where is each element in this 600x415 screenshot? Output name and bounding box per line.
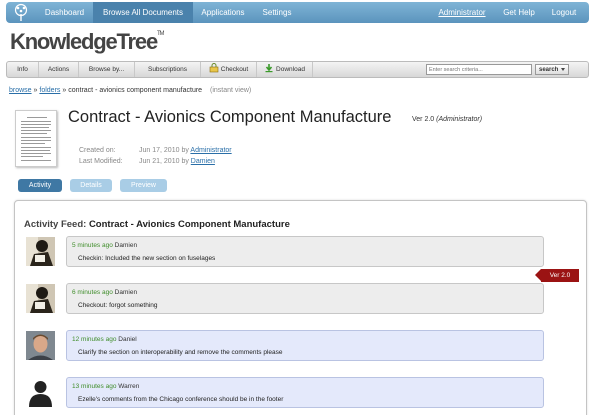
toolbar-download[interactable]: Download [257,62,313,77]
version-number: Ver 2.0 [412,116,435,123]
breadcrumb-separator: » [33,87,38,94]
document-toolbar: Info Actions Browse by... Subscriptions … [6,61,589,78]
version-owner: (Administrator) [436,116,483,123]
tab-details[interactable]: Details [70,179,112,192]
trademark: TM [157,31,165,37]
activity-meta: 5 minutes ago Damien [72,242,137,249]
breadcrumb: browse » folders » contract - avionics c… [9,87,251,94]
tab-activity[interactable]: Activity [18,179,62,192]
tree-logo-icon[interactable] [6,2,36,23]
activity-user[interactable]: Warren [118,383,139,390]
nav-administrator-link[interactable]: Administrator [425,2,499,23]
nav-settings[interactable]: Settings [253,2,301,23]
breadcrumb-current: contract - avionics component manufactur… [68,87,203,94]
toolbar-browse-by[interactable]: Browse by... [79,62,135,77]
created-by-word: by [181,147,189,154]
activity-text: Checkin: Included the new section on fus… [78,255,216,262]
version-tag: Ver 2.0 [535,269,579,282]
checkout-label: Checkout [220,66,249,73]
list-item: 12 minutes ago Daniel Clarify the sectio… [66,330,544,361]
nav-get-help[interactable]: Get Help [499,2,539,23]
nav-applications[interactable]: Applications [193,2,253,23]
brand-logo[interactable]: KnowledgeTreeTM [10,29,165,55]
breadcrumb-browse[interactable]: browse [9,87,32,94]
search-button[interactable]: search [535,64,569,75]
activity-text: Clarify the section on interoperability … [78,349,283,356]
toolbar-subscriptions[interactable]: Subscriptions [135,62,201,77]
activity-feed-title: Activity Feed: Contract - Avionics Compo… [24,219,290,230]
activity-text: Ezelle's comments from the Chicago confe… [78,396,284,403]
toolbar-checkout[interactable]: Checkout [201,62,257,77]
activity-meta: 6 minutes ago Damien [72,289,137,296]
breadcrumb-folders[interactable]: folders [39,87,60,94]
list-item: 13 minutes ago Warren Ezelle's comments … [66,377,544,408]
created-by-user-link[interactable]: Administrator [190,147,231,154]
created-on-label: Created on: [79,147,116,154]
list-item: 5 minutes ago Damien Checkin: Included t… [66,236,544,267]
checkout-icon [209,63,219,73]
activity-time: 5 minutes ago [72,242,113,249]
avatar [26,237,55,266]
activity-meta: 12 minutes ago Daniel [72,336,137,343]
toolbar-info[interactable]: Info [7,62,39,77]
download-label: Download [276,66,305,73]
created-on-date: Jun 17, 2010 [139,147,180,154]
breadcrumb-separator: » [62,87,67,94]
chevron-down-icon [561,68,565,71]
activity-time: 12 minutes ago [72,336,117,343]
search-button-label: search [539,67,559,73]
tab-preview[interactable]: Preview [120,179,167,192]
last-modified-label: Last Modified: [79,158,123,165]
nav-browse-all-documents[interactable]: Browse All Documents [93,2,193,23]
document-title: Contract - Avionics Component Manufactur… [68,108,392,126]
activity-feed-document: Contract - Avionics Component Manufactur… [88,219,290,230]
document-thumbnail[interactable] [15,110,57,167]
activity-user[interactable]: Damien [115,289,137,296]
activity-meta: 13 minutes ago Warren [72,383,139,390]
last-modified-row: Last Modified: Jun 21, 2010 by Damien [79,158,215,165]
avatar [26,284,55,313]
last-modified-date: Jun 21, 2010 [139,158,180,165]
nav-logout[interactable]: Logout [539,2,589,23]
instant-view-label: (instant view) [210,87,252,94]
avatar [26,378,55,407]
modified-by-user-link[interactable]: Damien [191,158,215,165]
created-on-row: Created on: Jun 17, 2010 by Administrator [79,147,232,154]
modified-by-word: by [181,158,189,165]
toolbar-actions[interactable]: Actions [39,62,79,77]
brand-name: KnowledgeTree [10,29,158,54]
activity-feed-label: Activity Feed: [24,219,87,230]
top-navigation-bar: Dashboard Browse All Documents Applicati… [6,2,589,23]
activity-time: 13 minutes ago [72,383,117,390]
document-version: Ver 2.0 (Administrator) [412,116,482,123]
activity-time: 6 minutes ago [72,289,113,296]
activity-user[interactable]: Damien [115,242,137,249]
activity-user[interactable]: Daniel [118,336,136,343]
avatar [26,331,55,360]
download-icon [264,63,274,73]
search-input[interactable] [426,64,532,75]
activity-text: Checkout: forgot something [78,302,158,309]
list-item: 6 minutes ago Damien Checkout: forgot so… [66,283,544,314]
nav-dashboard[interactable]: Dashboard [36,2,93,23]
